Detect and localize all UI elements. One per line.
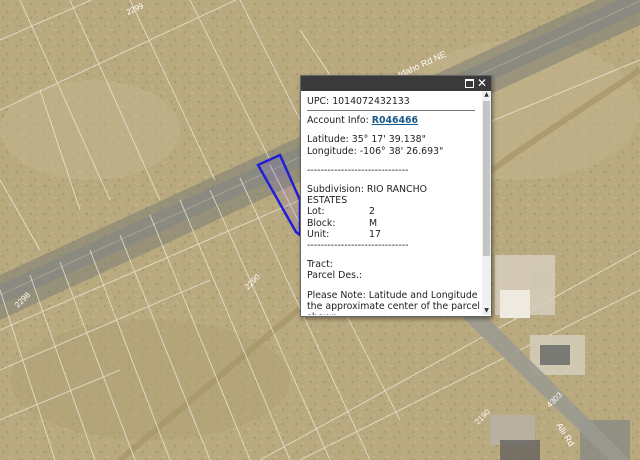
terrain-patch — [0, 80, 180, 180]
close-icon: ✕ — [476, 76, 488, 90]
block-label: Block: — [307, 217, 336, 229]
account-info-row: Account Info: R046466 — [307, 115, 481, 126]
maximize-button[interactable] — [463, 76, 475, 91]
unit-value: 17 — [369, 228, 381, 240]
unit-row: Unit: 17 — [307, 229, 481, 240]
scroll-up-icon[interactable]: ▲ — [482, 91, 491, 99]
block-row: Block: M — [307, 218, 481, 229]
latitude-text: Latitude: 35° 17' 39.138" — [307, 134, 426, 146]
note-text: Please Note: Latitude and Longitude is — [307, 289, 481, 301]
maximize-icon — [464, 79, 474, 88]
subdivision-text-cont: ESTATES — [307, 195, 348, 207]
dashes-separator: ------------------------------ — [307, 164, 409, 176]
lot-label: Lot: — [307, 206, 325, 218]
popup-scrollbar[interactable]: ▲ ▼ — [482, 91, 491, 315]
scroll-down-icon[interactable]: ▼ — [482, 307, 491, 315]
lot-value: 2 — [369, 206, 375, 218]
close-button[interactable]: ✕ — [476, 76, 488, 91]
parcel-des-label: Parcel Des.: — [307, 270, 363, 282]
tract-label: Tract: — [307, 259, 333, 271]
block-value: M — [369, 217, 378, 229]
lot-row: Lot: 2 — [307, 206, 481, 217]
parcel-info-popup[interactable]: ✕ UPC: 1014072432133 Account Info: R0464… — [300, 75, 492, 317]
upc-text: UPC: 1014072432133 — [307, 96, 410, 107]
account-info-label: Account Info: — [307, 115, 369, 127]
note-text: shown — [307, 312, 481, 315]
popup-titlebar[interactable]: ✕ — [301, 76, 491, 91]
subdivision-text: Subdivision: RIO RANCHO — [307, 184, 428, 196]
dashes-separator: ------------------------------ — [307, 240, 409, 252]
divider — [307, 110, 475, 112]
scroll-thumb[interactable] — [483, 101, 490, 256]
unit-label: Unit: — [307, 228, 330, 240]
popup-content: UPC: 1014072432133 Account Info: R046466… — [301, 91, 481, 315]
account-info-link[interactable]: R046466 — [372, 115, 418, 126]
note-text: the approximate center of the parcel — [307, 300, 480, 312]
longitude-text: Longitude: -106° 38' 26.693" — [307, 145, 444, 157]
